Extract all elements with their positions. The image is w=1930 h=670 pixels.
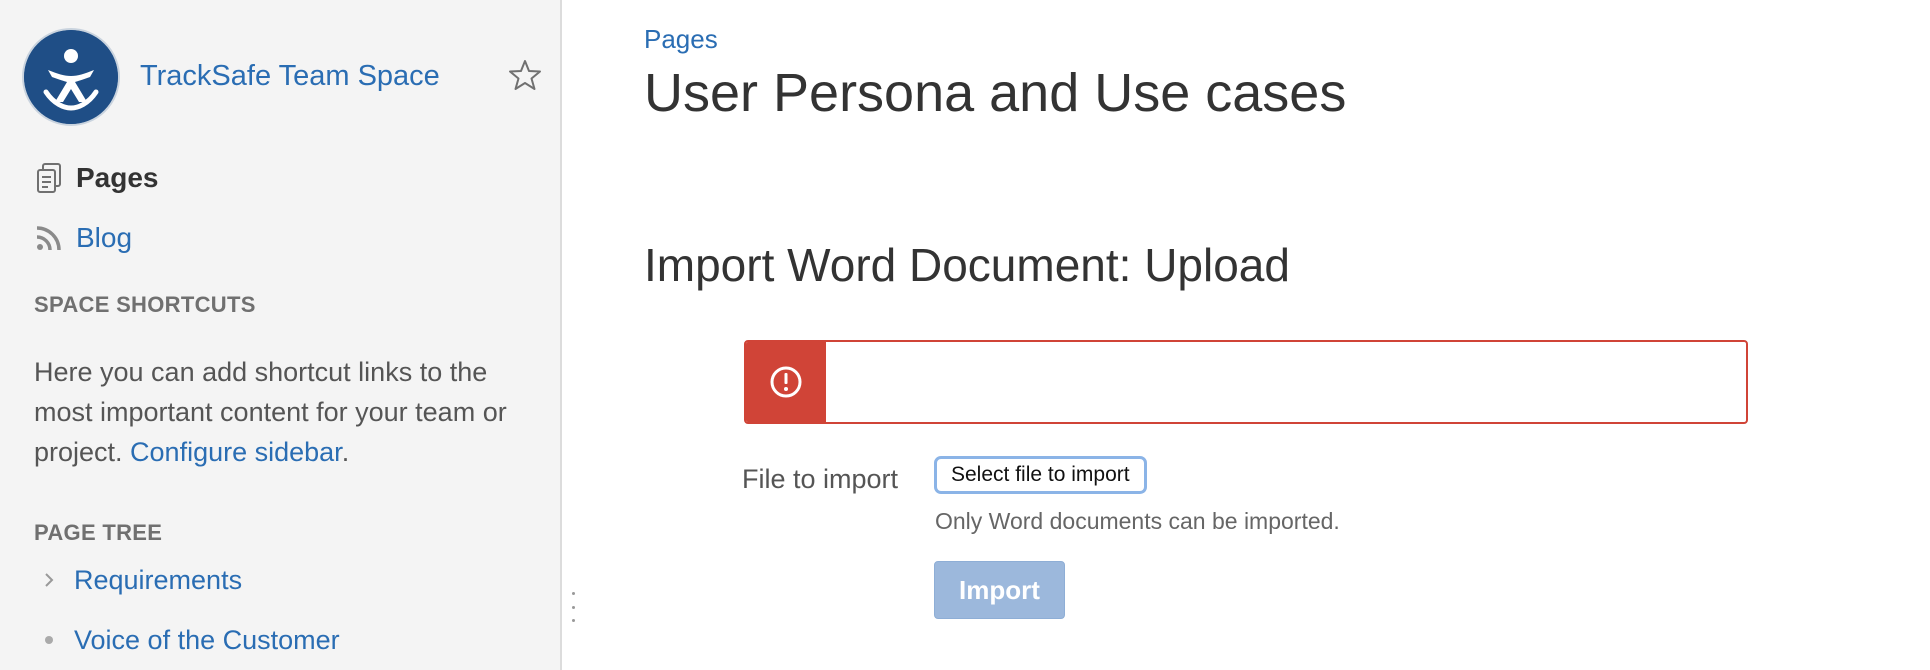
configure-sidebar-link[interactable]: Configure sidebar <box>130 437 342 467</box>
sidebar-item-pages[interactable]: Pages <box>34 158 159 198</box>
pages-icon <box>34 162 64 194</box>
space-logo[interactable] <box>22 28 120 126</box>
section-title: Import Word Document: Upload <box>644 239 1290 291</box>
breadcrumb-pages-link[interactable]: Pages <box>644 24 718 55</box>
sidebar-item-blog[interactable]: Blog <box>34 218 132 258</box>
page-title: User Persona and Use cases <box>644 63 1347 123</box>
shortcuts-period: . <box>341 437 350 467</box>
space-shortcuts-text: Here you can add shortcut links to the m… <box>34 352 534 472</box>
error-icon <box>770 366 802 398</box>
page-tree-label[interactable]: Requirements <box>74 565 242 596</box>
error-icon-panel <box>746 342 826 422</box>
sidebar-item-label: Blog <box>76 222 133 253</box>
chevron-right-icon[interactable] <box>40 572 58 588</box>
file-type-hint: Only Word documents can be imported. <box>935 508 1340 534</box>
space-shortcuts-heading: SPACE SHORTCUTS <box>34 292 256 317</box>
space-header: TrackSafe Team Space <box>22 28 542 128</box>
logo-icon <box>24 30 118 124</box>
space-title-link[interactable]: TrackSafe Team Space <box>140 60 440 93</box>
select-file-button[interactable]: Select file to import <box>934 456 1147 494</box>
sidebar-item-label: Pages <box>76 162 159 193</box>
page-tree-label[interactable]: Voice of the Customer <box>74 625 340 656</box>
rss-icon <box>34 222 64 254</box>
page-tree-item-voice-of-the-customer[interactable]: Voice of the Customer <box>40 620 340 660</box>
main-content: Pages User Persona and Use cases Import … <box>644 0 1914 670</box>
sidebar-resize-handle[interactable] <box>570 592 576 622</box>
sidebar: TrackSafe Team Space Pages Blog SPACE SH… <box>0 0 562 670</box>
file-to-import-label: File to import <box>742 464 899 494</box>
star-icon[interactable] <box>508 58 542 92</box>
error-message-box <box>744 340 1748 424</box>
page-tree-item-requirements[interactable]: Requirements <box>40 560 242 600</box>
bullet-icon <box>40 635 58 645</box>
page-tree-heading: PAGE TREE <box>34 520 163 545</box>
import-button[interactable]: Import <box>934 561 1065 619</box>
